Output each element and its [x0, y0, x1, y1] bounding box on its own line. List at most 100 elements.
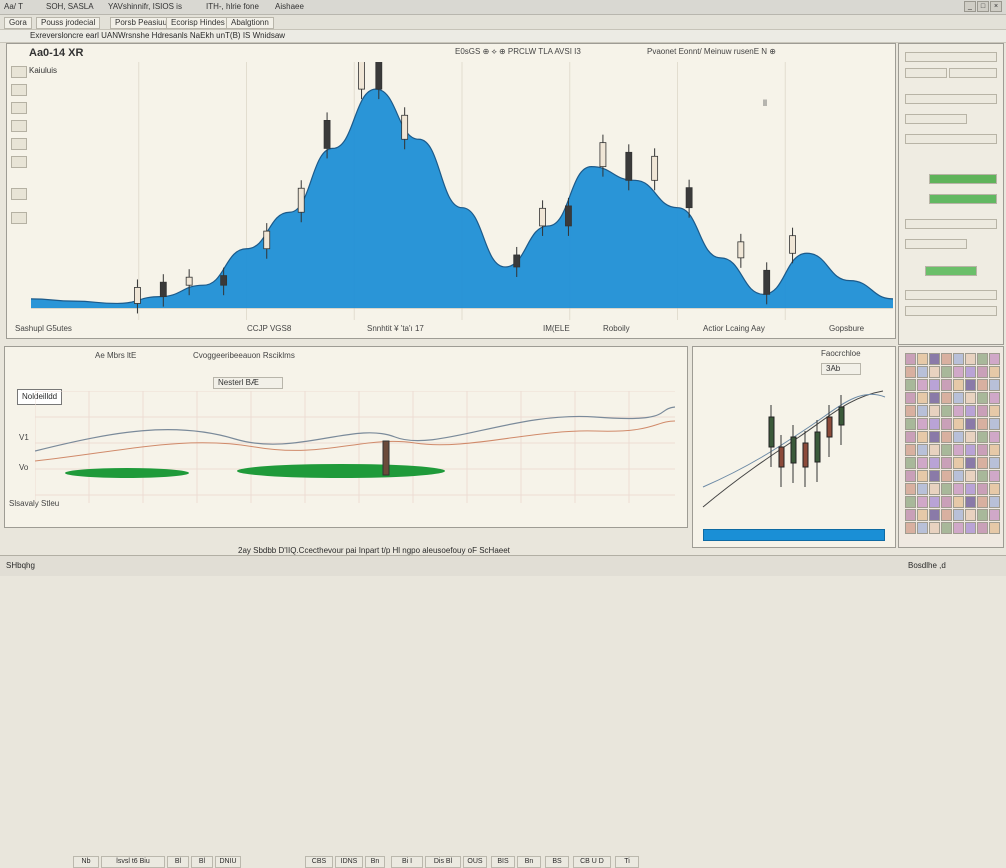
swatch-thumbnail[interactable] — [941, 496, 952, 508]
status-cell[interactable]: Dis Bl — [425, 856, 461, 868]
main-price-chart[interactable]: ll — [31, 62, 893, 320]
swatch-thumbnail[interactable] — [917, 431, 928, 443]
swatch-thumbnail[interactable] — [941, 522, 952, 534]
swatch-thumbnail[interactable] — [929, 444, 940, 456]
sidebar-button[interactable] — [905, 114, 967, 124]
tool-cursor-icon[interactable] — [11, 66, 27, 78]
swatch-thumbnail[interactable] — [905, 470, 916, 482]
sidebar-button[interactable] — [905, 306, 997, 316]
lower-right-button[interactable]: 3Ab — [821, 363, 861, 375]
swatch-thumbnail[interactable] — [941, 483, 952, 495]
swatch-thumbnail[interactable] — [905, 483, 916, 495]
status-cell[interactable]: BS — [545, 856, 569, 868]
status-cell[interactable]: CB U D — [573, 856, 611, 868]
swatch-thumbnail[interactable] — [953, 431, 964, 443]
sidebar-button[interactable] — [905, 239, 967, 249]
swatch-thumbnail[interactable] — [977, 353, 988, 365]
tool-settings-icon[interactable] — [11, 212, 27, 224]
swatch-thumbnail[interactable] — [989, 483, 1000, 495]
swatch-thumbnail[interactable] — [989, 353, 1000, 365]
swatch-thumbnail[interactable] — [965, 509, 976, 521]
swatch-thumbnail[interactable] — [989, 392, 1000, 404]
swatch-thumbnail[interactable] — [917, 405, 928, 417]
swatch-thumbnail[interactable] — [977, 483, 988, 495]
swatch-thumbnail[interactable] — [929, 353, 940, 365]
swatch-thumbnail[interactable] — [929, 470, 940, 482]
swatch-thumbnail[interactable] — [917, 470, 928, 482]
swatch-thumbnail[interactable] — [917, 418, 928, 430]
swatch-thumbnail[interactable] — [905, 353, 916, 365]
swatch-thumbnail[interactable] — [989, 522, 1000, 534]
status-cell[interactable]: BIS — [491, 856, 515, 868]
swatch-thumbnail[interactable] — [929, 418, 940, 430]
swatch-thumbnail[interactable] — [941, 418, 952, 430]
tool-trend-icon[interactable] — [11, 102, 27, 114]
status-cell[interactable]: Bl — [167, 856, 189, 868]
swatch-thumbnail[interactable] — [905, 431, 916, 443]
swatch-thumbnail[interactable] — [965, 470, 976, 482]
swatch-thumbnail[interactable] — [953, 379, 964, 391]
sidebar-button[interactable] — [905, 219, 997, 229]
swatch-thumbnail[interactable] — [953, 522, 964, 534]
swatch-thumbnail[interactable] — [953, 353, 964, 365]
swatch-thumbnail[interactable] — [941, 366, 952, 378]
swatch-thumbnail[interactable] — [989, 470, 1000, 482]
menu-item[interactable]: Ecorisp Hindes — [166, 17, 230, 29]
swatch-thumbnail[interactable] — [941, 470, 952, 482]
sidebar-green-button[interactable] — [929, 174, 997, 184]
swatch-thumbnail[interactable] — [941, 444, 952, 456]
sidebar-button[interactable] — [949, 68, 997, 78]
swatch-thumbnail[interactable] — [929, 366, 940, 378]
swatch-thumbnail[interactable] — [977, 522, 988, 534]
status-cell[interactable]: Ti — [615, 856, 639, 868]
swatch-thumbnail[interactable] — [977, 509, 988, 521]
swatch-thumbnail[interactable] — [905, 522, 916, 534]
chart-option-button[interactable]: Nesterl BÆ — [213, 377, 283, 389]
swatch-thumbnail[interactable] — [917, 522, 928, 534]
swatch-thumbnail[interactable] — [929, 483, 940, 495]
swatch-thumbnail[interactable] — [929, 496, 940, 508]
status-cell[interactable]: Bn — [365, 856, 385, 868]
swatch-thumbnail[interactable] — [989, 405, 1000, 417]
tool-zoom-icon[interactable] — [11, 188, 27, 200]
minimize-button[interactable]: _ — [964, 1, 976, 12]
swatch-thumbnail[interactable] — [977, 496, 988, 508]
tool-measure-icon[interactable] — [11, 156, 27, 168]
swatch-thumbnail[interactable] — [953, 496, 964, 508]
swatch-thumbnail[interactable] — [905, 444, 916, 456]
menu-item[interactable]: Pouss jrodecial — [36, 17, 101, 29]
swatch-thumbnail[interactable] — [917, 353, 928, 365]
swatch-thumbnail[interactable] — [989, 366, 1000, 378]
sidebar-button[interactable] — [905, 134, 997, 144]
swatch-thumbnail[interactable] — [905, 418, 916, 430]
swatch-thumbnail[interactable] — [965, 483, 976, 495]
swatch-thumbnail[interactable] — [905, 457, 916, 469]
status-cell[interactable]: Bl — [191, 856, 213, 868]
status-cell[interactable]: IDNS — [335, 856, 363, 868]
swatch-thumbnail[interactable] — [941, 405, 952, 417]
swatch-thumbnail[interactable] — [929, 405, 940, 417]
status-cell[interactable]: lsvsl t6 Biu — [101, 856, 165, 868]
swatch-thumbnail[interactable] — [965, 444, 976, 456]
swatch-thumbnail[interactable] — [965, 457, 976, 469]
swatch-thumbnail[interactable] — [905, 496, 916, 508]
swatch-thumbnail[interactable] — [941, 392, 952, 404]
swatch-thumbnail[interactable] — [917, 483, 928, 495]
swatch-thumbnail[interactable] — [917, 509, 928, 521]
swatch-thumbnail[interactable] — [977, 444, 988, 456]
swatch-thumbnail[interactable] — [977, 379, 988, 391]
lower-right-chart[interactable] — [699, 377, 889, 527]
swatch-thumbnail[interactable] — [929, 379, 940, 391]
swatch-thumbnail[interactable] — [977, 366, 988, 378]
swatch-thumbnail[interactable] — [929, 431, 940, 443]
swatch-thumbnail[interactable] — [989, 444, 1000, 456]
swatch-thumbnail[interactable] — [917, 444, 928, 456]
sidebar-green-button[interactable] — [925, 266, 977, 276]
swatch-thumbnail[interactable] — [953, 392, 964, 404]
status-cell[interactable]: Bi I — [391, 856, 423, 868]
status-cell[interactable]: DNIU — [215, 856, 241, 868]
swatch-thumbnail[interactable] — [965, 353, 976, 365]
swatch-thumbnail[interactable] — [953, 444, 964, 456]
swatch-thumbnail[interactable] — [917, 392, 928, 404]
swatch-thumbnail[interactable] — [917, 379, 928, 391]
